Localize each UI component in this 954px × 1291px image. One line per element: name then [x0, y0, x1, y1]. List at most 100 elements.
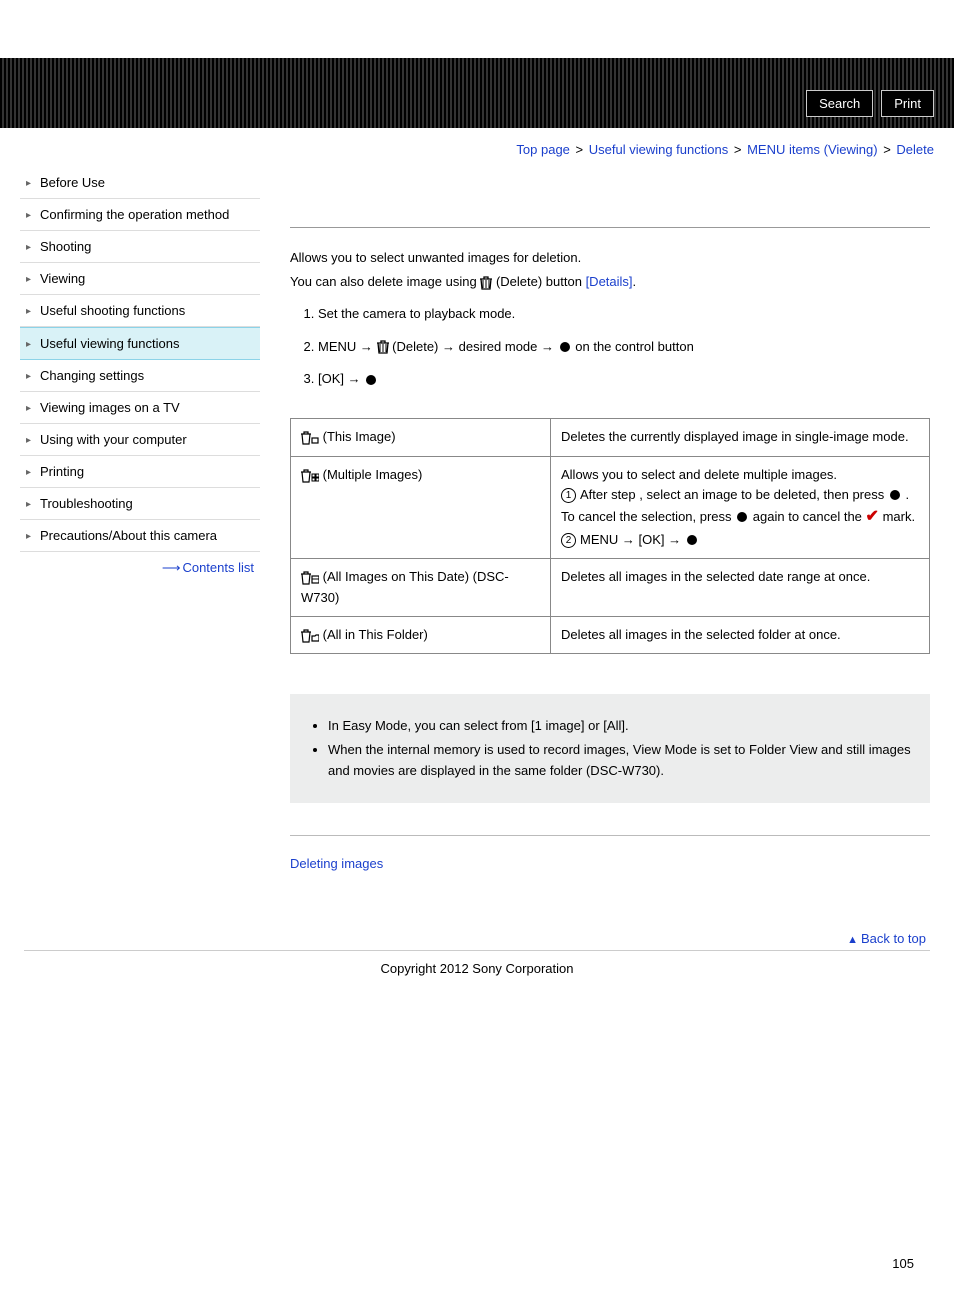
related-rule [290, 835, 930, 836]
mode-label: (This Image) [319, 429, 396, 444]
desc-cell: Allows you to select and delete multiple… [551, 456, 930, 558]
contents-list-label: Contents list [182, 560, 254, 575]
back-to-top-link[interactable]: ▲Back to top [290, 931, 930, 946]
sidebar-item-label: Shooting [40, 239, 91, 254]
notes-box: In Easy Mode, you can select from [1 ima… [290, 694, 930, 802]
intro-block: Allows you to select unwanted images for… [290, 248, 930, 392]
sidebar-item-changing-settings[interactable]: ▸Changing settings [20, 360, 260, 392]
step-3: [OK] → [318, 367, 930, 392]
sidebar-item-before-use[interactable]: ▸Before Use [20, 167, 260, 199]
breadcrumb-link-menu-items[interactable]: MENU items (Viewing) [747, 142, 878, 157]
chevron-right-icon: ▸ [26, 467, 40, 478]
note-item: In Easy Mode, you can select from [1 ima… [328, 716, 912, 736]
sidebar-item-using-computer[interactable]: ▸Using with your computer [20, 424, 260, 456]
mode-cell: (This Image) [291, 419, 551, 457]
arrow-right-icon: → [360, 335, 373, 360]
control-dot-icon [890, 490, 900, 500]
intro-text: (Delete) button [496, 274, 586, 289]
sidebar-item-label: Using with your computer [40, 432, 187, 447]
desc-cancel: To cancel the selection, press again to … [561, 505, 919, 530]
sidebar-item-label: Useful viewing functions [40, 336, 179, 351]
sidebar-item-label: Viewing images on a TV [40, 400, 180, 415]
print-button[interactable]: Print [881, 90, 934, 117]
table-row: (This Image) Deletes the currently displ… [291, 419, 930, 457]
desc-text: , select an image to be deleted, then pr… [639, 487, 888, 502]
arrow-right-icon: → [668, 530, 681, 550]
desc-text: . [902, 487, 909, 502]
trash-icon [377, 335, 389, 360]
related-link-deleting-images[interactable]: Deleting images [290, 856, 383, 871]
search-button[interactable]: Search [806, 90, 873, 117]
sidebar-item-label: Viewing [40, 271, 85, 286]
sidebar-item-label: Confirming the operation method [40, 207, 229, 222]
triangle-up-icon: ▲ [847, 934, 858, 946]
mode-cell: (All Images on This Date) (DSC-W730) [291, 558, 551, 616]
chevron-right-icon: ▸ [26, 339, 40, 350]
intro-text: You can also delete image using [290, 274, 480, 289]
related-topic: Deleting images [290, 856, 930, 871]
sidebar-item-precautions[interactable]: ▸Precautions/About this camera [20, 520, 260, 552]
chevron-right-icon: ▸ [26, 531, 40, 542]
contents-list-link[interactable]: ⟶Contents list [20, 552, 260, 576]
desc-text: mark. [883, 509, 916, 524]
table-row: (Multiple Images) Allows you to select a… [291, 456, 930, 558]
table-row: (All in This Folder) Deletes all images … [291, 616, 930, 654]
circled-1-icon: 1 [561, 488, 576, 503]
desc-cell: Deletes the currently displayed image in… [551, 419, 930, 457]
sidebar-item-troubleshooting[interactable]: ▸Troubleshooting [20, 488, 260, 520]
chevron-right-icon: ▸ [26, 403, 40, 414]
chevron-right-icon: ▸ [26, 371, 40, 382]
step-text: on the control button [575, 339, 694, 354]
sidebar: ▸Before Use ▸Confirming the operation me… [0, 167, 270, 576]
arrow-right-icon: → [541, 335, 554, 360]
chevron-right-icon: ▸ [26, 274, 40, 285]
circled-2-icon: 2 [561, 533, 576, 548]
arrow-right-icon: → [348, 367, 361, 392]
step-1: Set the camera to playback mode. [318, 302, 930, 327]
trash-folder-icon [301, 625, 319, 645]
control-dot-icon [737, 512, 747, 522]
sidebar-item-label: Useful shooting functions [40, 303, 185, 318]
delete-modes-table: (This Image) Deletes the currently displ… [290, 418, 930, 654]
details-link[interactable]: [Details] [586, 274, 633, 289]
step-2: MENU → (Delete) → desired mode → on the … [318, 335, 930, 360]
arrow-right-icon: ⟶ [162, 560, 181, 575]
sidebar-item-label: Before Use [40, 175, 105, 190]
sidebar-item-viewing-tv[interactable]: ▸Viewing images on a TV [20, 392, 260, 424]
sidebar-item-confirming[interactable]: ▸Confirming the operation method [20, 199, 260, 231]
intro-text: . [633, 274, 637, 289]
copyright: Copyright 2012 Sony Corporation [0, 951, 954, 996]
breadcrumb: Top page > Useful viewing functions > ME… [0, 128, 954, 157]
chevron-right-icon: ▸ [26, 499, 40, 510]
mode-label: (All Images on This Date) (DSC-W730) [301, 569, 509, 605]
arrow-right-icon: → [442, 335, 455, 360]
desc-cell: Deletes all images in the selected date … [551, 558, 930, 616]
trash-icon [480, 272, 492, 292]
chevron-right-icon: ▸ [26, 435, 40, 446]
chevron-right-icon: ▸ [26, 210, 40, 221]
main-content: Allows you to select unwanted images for… [270, 167, 954, 946]
sidebar-item-useful-viewing[interactable]: ▸Useful viewing functions [20, 327, 260, 360]
back-to-top-label: Back to top [861, 931, 926, 946]
trash-date-icon [301, 567, 319, 587]
chevron-right-icon: ▸ [26, 178, 40, 189]
breadcrumb-link-useful-viewing[interactable]: Useful viewing functions [589, 142, 728, 157]
sidebar-item-viewing[interactable]: ▸Viewing [20, 263, 260, 295]
desc-text: After step [580, 487, 639, 502]
mode-label: (Multiple Images) [319, 467, 422, 482]
desc-text: again to cancel the [753, 509, 866, 524]
step-text: MENU [318, 339, 360, 354]
sidebar-item-label: Troubleshooting [40, 496, 133, 511]
sidebar-item-printing[interactable]: ▸Printing [20, 456, 260, 488]
sidebar-item-shooting[interactable]: ▸Shooting [20, 231, 260, 263]
sidebar-item-label: Changing settings [40, 368, 144, 383]
sidebar-item-useful-shooting[interactable]: ▸Useful shooting functions [20, 295, 260, 327]
chevron-right-icon: ▸ [26, 242, 40, 253]
mode-label: (All in This Folder) [319, 627, 428, 642]
step-text: (Delete) [392, 339, 442, 354]
control-dot-icon [366, 375, 376, 385]
intro-line1: Allows you to select unwanted images for… [290, 248, 930, 268]
desc-text: MENU [580, 532, 622, 547]
sidebar-item-label: Printing [40, 464, 84, 479]
breadcrumb-link-top[interactable]: Top page [516, 142, 570, 157]
